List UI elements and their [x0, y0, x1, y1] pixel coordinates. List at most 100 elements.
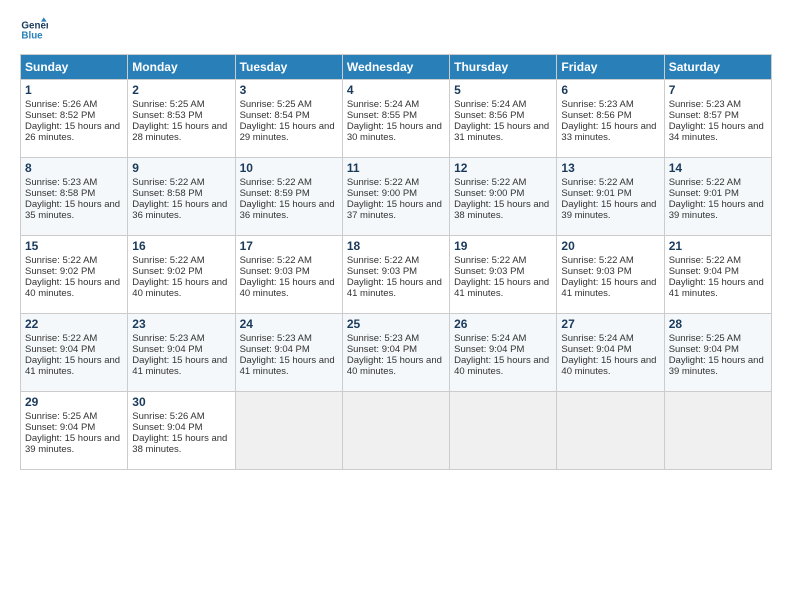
calendar-cell: 29Sunrise: 5:25 AMSunset: 9:04 PMDayligh…: [21, 392, 128, 470]
sunset-label: Sunset: 9:04 PM: [25, 344, 95, 355]
sunset-label: Sunset: 9:00 PM: [347, 188, 417, 199]
daylight-label: Daylight: 15 hours and 41 minutes.: [454, 277, 549, 299]
sunrise-label: Sunrise: 5:22 AM: [240, 177, 312, 188]
calendar-cell: 8Sunrise: 5:23 AMSunset: 8:58 PMDaylight…: [21, 158, 128, 236]
sunrise-label: Sunrise: 5:24 AM: [561, 333, 633, 344]
sunset-label: Sunset: 8:56 PM: [561, 110, 631, 121]
sunrise-label: Sunrise: 5:22 AM: [347, 255, 419, 266]
day-number: 7: [669, 83, 767, 97]
sunrise-label: Sunrise: 5:25 AM: [132, 99, 204, 110]
daylight-label: Daylight: 15 hours and 41 minutes.: [25, 355, 120, 377]
calendar-cell: 15Sunrise: 5:22 AMSunset: 9:02 PMDayligh…: [21, 236, 128, 314]
day-number: 13: [561, 161, 659, 175]
sunset-label: Sunset: 8:52 PM: [25, 110, 95, 121]
sunset-label: Sunset: 8:55 PM: [347, 110, 417, 121]
sunset-label: Sunset: 8:56 PM: [454, 110, 524, 121]
sunrise-label: Sunrise: 5:22 AM: [561, 255, 633, 266]
daylight-label: Daylight: 15 hours and 41 minutes.: [240, 355, 335, 377]
calendar-cell: 22 Sunrise: 5:22 AMSunset: 9:04 PMDayligh…: [21, 314, 128, 392]
sunset-label: Sunset: 8:58 PM: [25, 188, 95, 199]
col-header-friday: Friday: [557, 55, 664, 80]
daylight-label: Daylight: 15 hours and 40 minutes.: [25, 277, 120, 299]
day-number: 15: [25, 239, 123, 253]
logo: General Blue: [20, 16, 52, 44]
day-number: 22: [25, 317, 123, 331]
calendar-cell: 26Sunrise: 5:24 AMSunset: 9:04 PMDayligh…: [450, 314, 557, 392]
day-number: 3: [240, 83, 338, 97]
calendar-cell: [235, 392, 342, 470]
col-header-thursday: Thursday: [450, 55, 557, 80]
logo-icon: General Blue: [20, 16, 48, 44]
daylight-label: Daylight: 15 hours and 28 minutes.: [132, 121, 227, 143]
day-number: 10: [240, 161, 338, 175]
sunrise-label: Sunrise: 5:24 AM: [454, 333, 526, 344]
day-number: 8: [25, 161, 123, 175]
daylight-label: Daylight: 15 hours and 40 minutes.: [454, 355, 549, 377]
calendar-cell: 13Sunrise: 5:22 AMSunset: 9:01 PMDayligh…: [557, 158, 664, 236]
day-number: 29: [25, 395, 123, 409]
sunset-label: Sunset: 9:04 PM: [240, 344, 310, 355]
calendar-week-5: 29Sunrise: 5:25 AMSunset: 9:04 PMDayligh…: [21, 392, 772, 470]
sunrise-label: Sunrise: 5:23 AM: [561, 99, 633, 110]
header: General Blue: [20, 16, 772, 44]
calendar-week-4: 22Sunrise: 5:22 AMSunset: 9:04 PMDayligh…: [21, 314, 772, 392]
daylight-label: Daylight: 15 hours and 26 minutes.: [25, 121, 120, 143]
daylight-label: Daylight: 15 hours and 40 minutes.: [561, 355, 656, 377]
calendar-cell: [557, 392, 664, 470]
calendar: SundayMondayTuesdayWednesdayThursdayFrid…: [20, 54, 772, 470]
day-number: 5: [454, 83, 552, 97]
day-number: 2: [132, 83, 230, 97]
calendar-cell: 14Sunrise: 5:22 AMSunset: 9:01 PMDayligh…: [664, 158, 771, 236]
daylight-label: Daylight: 15 hours and 30 minutes.: [347, 121, 442, 143]
day-number: 27: [561, 317, 659, 331]
sunrise-label: Sunrise: 5:22 AM: [132, 177, 204, 188]
day-number: 20: [561, 239, 659, 253]
day-number: 24: [240, 317, 338, 331]
calendar-cell: 4Sunrise: 5:24 AMSunset: 8:55 PMDaylight…: [342, 80, 449, 158]
daylight-label: Daylight: 15 hours and 36 minutes.: [240, 199, 335, 221]
day-number: 30: [132, 395, 230, 409]
sunrise-label: Sunrise: 5:26 AM: [132, 411, 204, 422]
daylight-label: Daylight: 15 hours and 40 minutes.: [347, 355, 442, 377]
sunset-label: Sunset: 9:04 PM: [132, 344, 202, 355]
calendar-cell: 3Sunrise: 5:25 AMSunset: 8:54 PMDaylight…: [235, 80, 342, 158]
sunset-label: Sunset: 9:02 PM: [25, 266, 95, 277]
sunset-label: Sunset: 8:58 PM: [132, 188, 202, 199]
day-number: 17: [240, 239, 338, 253]
sunrise-label: Sunrise: 5:22 AM: [25, 333, 97, 344]
sunrise-label: Sunrise: 5:22 AM: [669, 177, 741, 188]
calendar-cell: 21Sunrise: 5:22 AMSunset: 9:04 PMDayligh…: [664, 236, 771, 314]
sunset-label: Sunset: 9:03 PM: [347, 266, 417, 277]
calendar-week-3: 15Sunrise: 5:22 AMSunset: 9:02 PMDayligh…: [21, 236, 772, 314]
page: General Blue SundayMondayTuesdayWednesda…: [0, 0, 792, 612]
calendar-cell: 24Sunrise: 5:23 AMSunset: 9:04 PMDayligh…: [235, 314, 342, 392]
calendar-cell: 9Sunrise: 5:22 AMSunset: 8:58 PMDaylight…: [128, 158, 235, 236]
daylight-label: Daylight: 15 hours and 38 minutes.: [132, 433, 227, 455]
sunset-label: Sunset: 9:01 PM: [669, 188, 739, 199]
daylight-label: Daylight: 15 hours and 41 minutes.: [132, 355, 227, 377]
calendar-cell: [664, 392, 771, 470]
sunset-label: Sunset: 9:03 PM: [454, 266, 524, 277]
sunset-label: Sunset: 8:53 PM: [132, 110, 202, 121]
sunrise-label: Sunrise: 5:22 AM: [669, 255, 741, 266]
calendar-cell: 30Sunrise: 5:26 AMSunset: 9:04 PMDayligh…: [128, 392, 235, 470]
day-number: 4: [347, 83, 445, 97]
sunrise-label: Sunrise: 5:22 AM: [454, 255, 526, 266]
daylight-label: Daylight: 15 hours and 39 minutes.: [25, 433, 120, 455]
col-header-monday: Monday: [128, 55, 235, 80]
sunrise-label: Sunrise: 5:25 AM: [669, 333, 741, 344]
sunrise-label: Sunrise: 5:23 AM: [25, 177, 97, 188]
day-number: 23: [132, 317, 230, 331]
sunrise-label: Sunrise: 5:22 AM: [240, 255, 312, 266]
calendar-cell: 17Sunrise: 5:22 AMSunset: 9:03 PMDayligh…: [235, 236, 342, 314]
sunrise-label: Sunrise: 5:23 AM: [669, 99, 741, 110]
daylight-label: Daylight: 15 hours and 41 minutes.: [347, 277, 442, 299]
day-number: 11: [347, 161, 445, 175]
sunrise-label: Sunrise: 5:25 AM: [25, 411, 97, 422]
col-header-tuesday: Tuesday: [235, 55, 342, 80]
calendar-cell: 6Sunrise: 5:23 AMSunset: 8:56 PMDaylight…: [557, 80, 664, 158]
sunset-label: Sunset: 9:02 PM: [132, 266, 202, 277]
calendar-cell: 10Sunrise: 5:22 AMSunset: 8:59 PMDayligh…: [235, 158, 342, 236]
daylight-label: Daylight: 15 hours and 40 minutes.: [132, 277, 227, 299]
calendar-cell: 18Sunrise: 5:22 AMSunset: 9:03 PMDayligh…: [342, 236, 449, 314]
